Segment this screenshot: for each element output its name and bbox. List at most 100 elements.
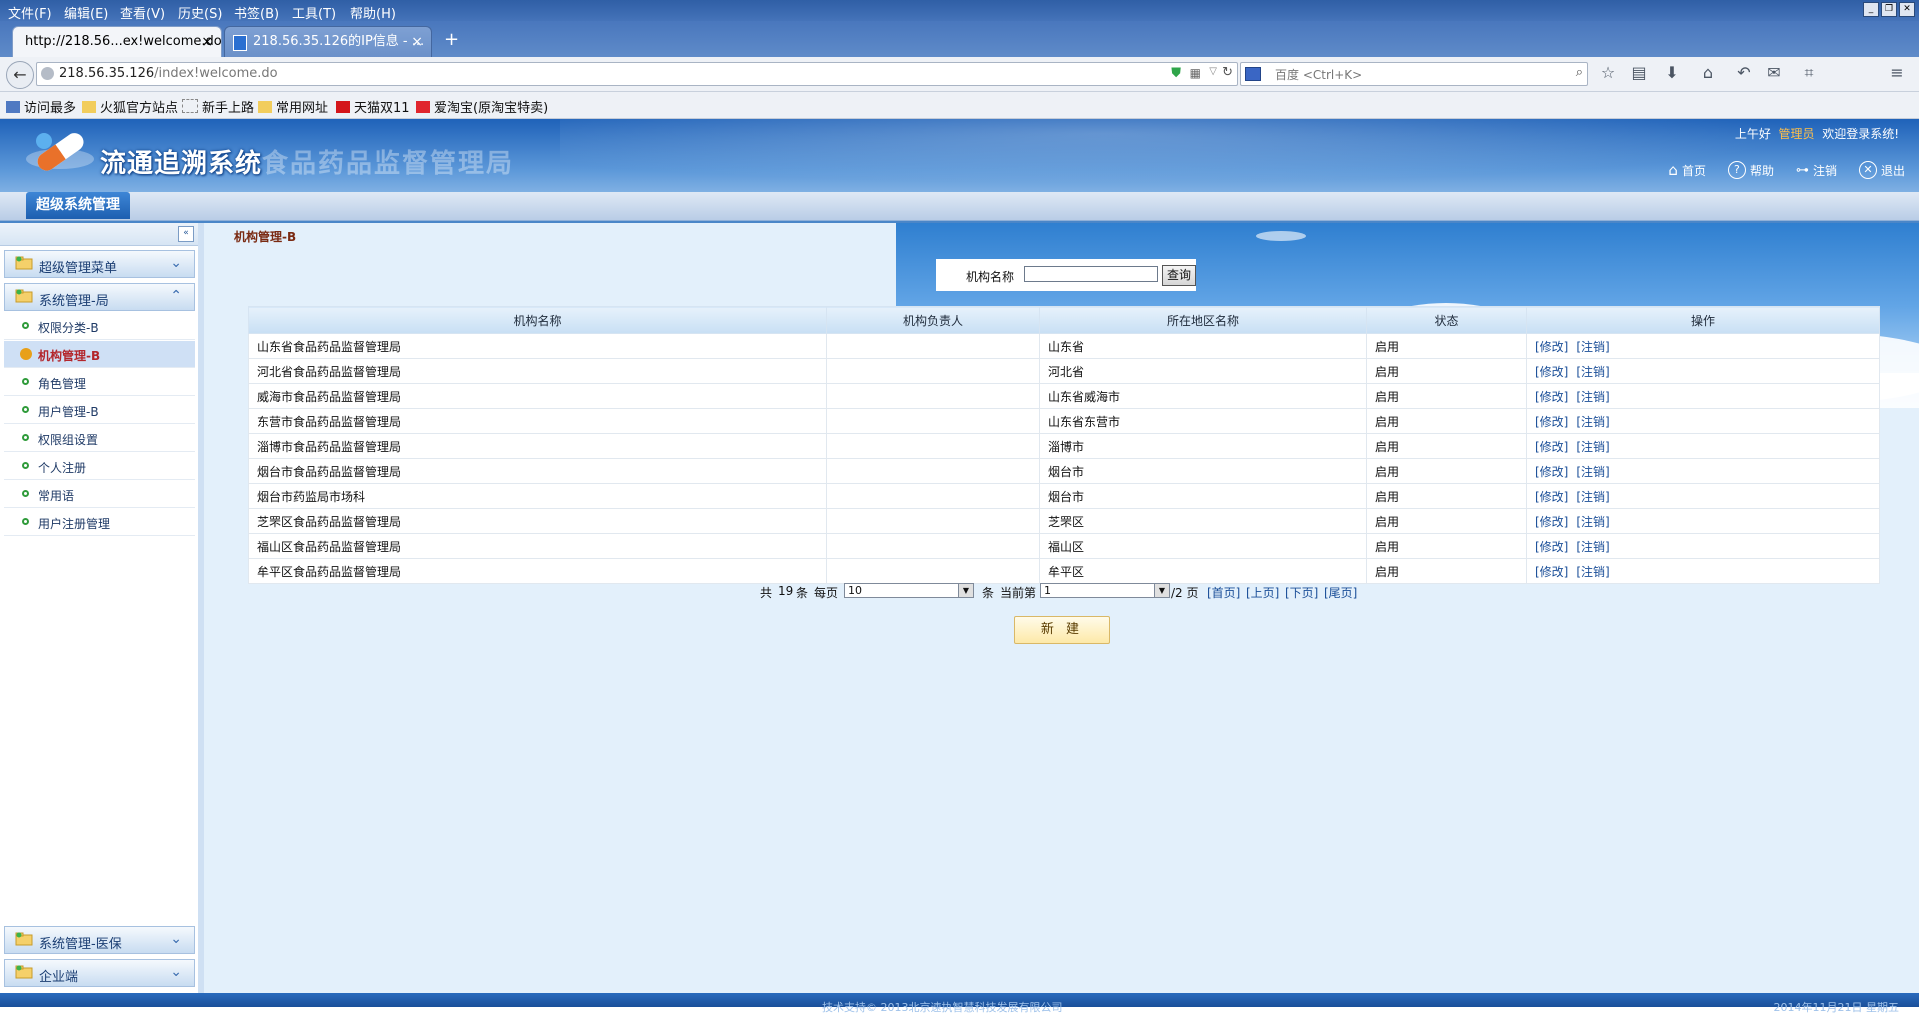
home-link[interactable]: ⌂ 首页: [1668, 161, 1706, 179]
cell-status: 启用: [1366, 333, 1527, 359]
sidebar-toolbar: «: [0, 223, 198, 246]
cancel-link[interactable]: [注销]: [1576, 440, 1609, 454]
menu-bookmarks[interactable]: 书签(B): [234, 3, 279, 22]
edit-link[interactable]: [修改]: [1535, 465, 1568, 479]
edit-link[interactable]: [修改]: [1535, 440, 1568, 454]
cancel-link[interactable]: [注销]: [1576, 515, 1609, 529]
tab-ip-info[interactable]: 218.56.35.126的IP信息 - ... ×: [224, 26, 432, 58]
crop-icon[interactable]: ⌗: [1800, 64, 1818, 82]
chat-icon[interactable]: ✉: [1765, 64, 1783, 82]
edit-link[interactable]: [修改]: [1535, 365, 1568, 379]
tab-welcome[interactable]: http://218.56...ex!welcome.do ×: [12, 26, 222, 58]
bookmark-tmall[interactable]: 天猫双11: [336, 97, 410, 116]
logout-link[interactable]: ⊶ 注销: [1796, 161, 1837, 179]
sidebar-item-common-phrases[interactable]: 常用语: [4, 481, 195, 508]
most-visited-icon: [6, 101, 20, 113]
menu-edit[interactable]: 编辑(E): [64, 3, 108, 22]
close-tab-icon[interactable]: ×: [411, 27, 423, 57]
menu-tools[interactable]: 工具(T): [292, 3, 336, 22]
tab-super-system-admin[interactable]: 超级系统管理: [26, 192, 130, 219]
tmall-icon: [336, 101, 350, 113]
sidebar-group-system-admin-medical[interactable]: 系统管理-医保 ⌄: [4, 926, 195, 954]
page-icon: [233, 35, 247, 51]
cancel-link[interactable]: [注销]: [1576, 540, 1609, 554]
dropdown-icon[interactable]: ▽: [1209, 66, 1217, 77]
next-page-link[interactable]: [下页]: [1285, 584, 1318, 601]
cancel-link[interactable]: [注销]: [1576, 340, 1609, 354]
bookmark-firefox-site[interactable]: 火狐官方站点: [82, 97, 178, 116]
sidebar-item-user-management[interactable]: 用户管理-B: [4, 397, 195, 424]
reading-list-icon[interactable]: ▤: [1630, 64, 1648, 82]
bookmark-getting-started[interactable]: 新手上路: [182, 97, 254, 116]
undo-icon[interactable]: ↶: [1735, 64, 1753, 82]
menu-view[interactable]: 查看(V): [120, 3, 165, 22]
search-bar[interactable]: 百度 <Ctrl+K> ⌕: [1240, 62, 1588, 86]
edit-link[interactable]: [修改]: [1535, 540, 1568, 554]
sidebar-group-enterprise[interactable]: 企业端 ⌄: [4, 959, 195, 987]
close-tab-icon[interactable]: ×: [201, 27, 213, 57]
exit-link[interactable]: ✕ 退出: [1858, 161, 1905, 179]
back-icon[interactable]: ←: [6, 61, 34, 89]
cancel-link[interactable]: [注销]: [1576, 565, 1609, 579]
bullet-icon: [22, 490, 29, 497]
new-tab-icon[interactable]: +: [444, 29, 459, 50]
restore-icon[interactable]: ❐: [1881, 2, 1897, 17]
current-page-select[interactable]: 1 ▼: [1040, 583, 1170, 598]
qr-code-icon[interactable]: ▦: [1190, 66, 1201, 80]
sidebar-group-system-admin-bureau[interactable]: 系统管理-局 ⌃: [4, 283, 195, 311]
reload-icon[interactable]: ↻: [1222, 65, 1233, 80]
folder-icon: [15, 256, 33, 270]
cancel-link[interactable]: [注销]: [1576, 365, 1609, 379]
sidebar-item-user-register-management[interactable]: 用户注册管理: [4, 509, 195, 536]
menu-file[interactable]: 文件(F): [8, 3, 52, 22]
query-button[interactable]: 查询: [1162, 265, 1196, 286]
edit-link[interactable]: [修改]: [1535, 515, 1568, 529]
chevron-down-icon: ▼: [958, 584, 973, 597]
sidebar-item-permission-group[interactable]: 权限组设置: [4, 425, 195, 452]
close-window-icon[interactable]: ✕: [1899, 2, 1915, 17]
sidebar-item-org-management[interactable]: 机构管理-B: [4, 341, 195, 368]
help-link[interactable]: ? 帮助: [1727, 161, 1774, 179]
cell-org-head: [826, 558, 1040, 584]
home-icon[interactable]: ⌂: [1699, 64, 1717, 82]
edit-link[interactable]: [修改]: [1535, 390, 1568, 404]
last-page-link[interactable]: [尾页]: [1324, 584, 1357, 601]
menu-history[interactable]: 历史(S): [178, 3, 222, 22]
col-org-head[interactable]: 机构负责人: [826, 306, 1040, 334]
edit-link[interactable]: [修改]: [1535, 415, 1568, 429]
bookmark-most-visited[interactable]: 访问最多: [6, 97, 76, 116]
cancel-link[interactable]: [注销]: [1576, 465, 1609, 479]
sidebar-group-super-menu[interactable]: 超级管理菜单 ⌄: [4, 250, 195, 278]
baidu-engine-icon[interactable]: [1245, 67, 1261, 81]
shield-icon[interactable]: ⛊: [1171, 66, 1181, 81]
col-org-name[interactable]: 机构名称: [248, 306, 827, 334]
prev-page-link[interactable]: [上页]: [1246, 584, 1279, 601]
per-page-select[interactable]: 10 ▼: [844, 583, 974, 598]
download-icon[interactable]: ⬇: [1663, 64, 1681, 82]
first-page-link[interactable]: [首页]: [1207, 584, 1240, 601]
bookmark-common-sites[interactable]: 常用网址: [258, 97, 328, 116]
col-status[interactable]: 状态: [1366, 306, 1527, 334]
sidebar-item-permission-category[interactable]: 权限分类-B: [4, 313, 195, 340]
sidebar-item-personal-register[interactable]: 个人注册: [4, 453, 195, 480]
search-icon[interactable]: ⌕: [1576, 65, 1583, 80]
org-name-search-input[interactable]: [1024, 266, 1158, 282]
table-row: 牟平区食品药品监督管理局 牟平区 启用 [修改] [注销]: [248, 558, 1880, 584]
collapse-sidebar-icon[interactable]: «: [178, 226, 194, 242]
new-org-button[interactable]: 新 建: [1014, 616, 1110, 644]
edit-link[interactable]: [修改]: [1535, 565, 1568, 579]
col-region[interactable]: 所在地区名称: [1039, 306, 1367, 334]
sidebar-item-role-management[interactable]: 角色管理: [4, 369, 195, 396]
bookmark-aitaobao[interactable]: 爱淘宝(原淘宝特卖): [416, 97, 548, 116]
bookmark-star-icon[interactable]: ☆: [1599, 64, 1617, 82]
cancel-link[interactable]: [注销]: [1576, 390, 1609, 404]
cancel-link[interactable]: [注销]: [1576, 415, 1609, 429]
cancel-link[interactable]: [注销]: [1576, 490, 1609, 504]
url-bar[interactable]: 218.56.35.126/index!welcome.do ⛊ ▦ ▽ ↻: [36, 62, 1238, 86]
globe-icon: [41, 67, 54, 80]
minimize-icon[interactable]: _: [1863, 2, 1879, 17]
menu-help[interactable]: 帮助(H): [350, 3, 396, 22]
edit-link[interactable]: [修改]: [1535, 490, 1568, 504]
hamburger-menu-icon[interactable]: ≡: [1888, 64, 1906, 82]
edit-link[interactable]: [修改]: [1535, 340, 1568, 354]
